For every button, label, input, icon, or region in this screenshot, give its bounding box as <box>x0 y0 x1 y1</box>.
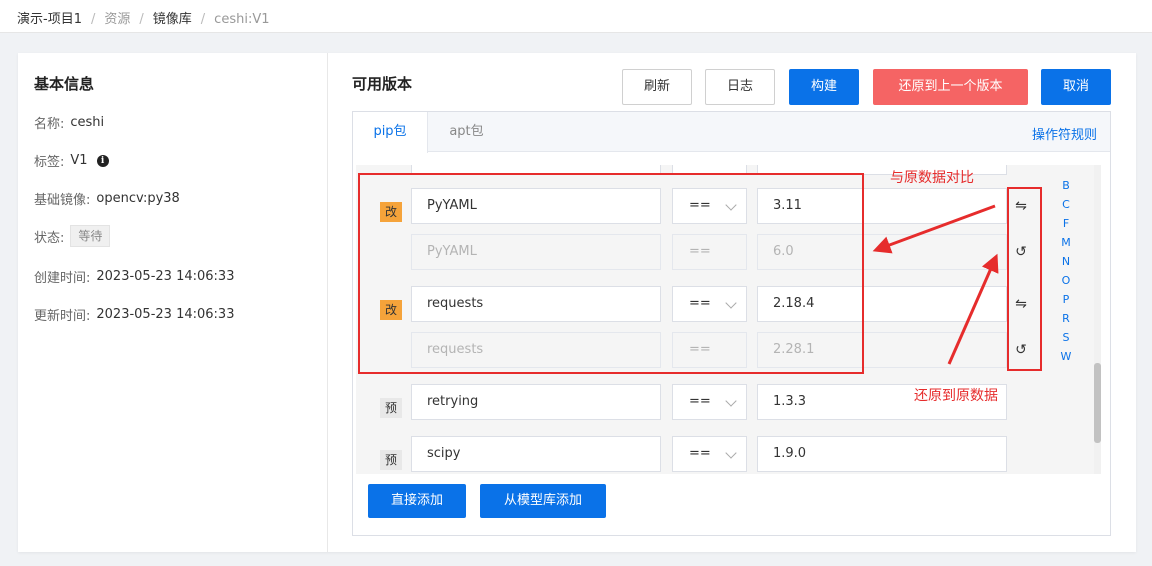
undo-icon[interactable]: ↺ <box>1012 243 1030 261</box>
restore-annotation-label: 还原到原数据 <box>914 388 998 404</box>
created-label: 创建时间: <box>34 271 91 286</box>
updated-label: 更新时间: <box>34 309 91 324</box>
original-package-version: 6.0 <box>757 234 1007 270</box>
scrollbar-thumb[interactable] <box>1094 363 1101 443</box>
letter-index-item[interactable]: P <box>1058 290 1074 309</box>
status-label: 状态: <box>34 230 65 246</box>
info-updated-row: 更新时间: 2023-05-23 14:06:33 <box>34 305 234 324</box>
name-label: 名称: <box>34 117 65 132</box>
operator-select[interactable]: == <box>672 188 747 224</box>
letter-index-item[interactable]: C <box>1058 195 1074 214</box>
build-button[interactable]: 构建 <box>789 69 859 105</box>
created-value: 2023-05-23 14:06:33 <box>96 269 235 284</box>
letter-index-item[interactable]: N <box>1058 252 1074 271</box>
info-base-image-row: 基础镜像: opencv:py38 <box>34 189 180 208</box>
operator-value: == <box>689 198 711 213</box>
swap-arrows-icon[interactable]: ⇋ <box>1012 197 1030 215</box>
cancel-button[interactable]: 取消 <box>1041 69 1111 105</box>
tab-pip[interactable]: pip包 <box>353 112 428 153</box>
breadcrumb-current: ceshi:V1 <box>214 12 270 27</box>
chevron-down-icon <box>725 199 737 211</box>
package-name-input[interactable]: scipy <box>411 436 661 472</box>
letter-index-item[interactable]: M <box>1058 233 1074 252</box>
swap-arrows-icon[interactable]: ⇋ <box>1012 295 1030 313</box>
name-value: ceshi <box>70 115 105 130</box>
modified-badge: 改 <box>380 300 402 320</box>
original-package-version: 2.28.1 <box>757 332 1007 368</box>
preset-badge: 预 <box>380 398 402 418</box>
chevron-down-icon <box>725 447 737 459</box>
original-package-name: requests <box>411 332 661 368</box>
breadcrumb: 演示-项目1 / 资源 / 镜像库 / ceshi:V1 <box>17 8 270 27</box>
tag-value: V1 <box>70 153 88 168</box>
package-name-input[interactable]: retrying <box>411 384 661 420</box>
base-image-label: 基础镜像: <box>34 193 91 208</box>
operator-select[interactable]: == <box>672 384 747 420</box>
package-tabs: pip包 apt包 操作符规则 <box>353 112 1110 153</box>
updated-value: 2023-05-23 14:06:33 <box>96 307 235 322</box>
operator-select[interactable]: == <box>672 286 747 322</box>
add-direct-button[interactable]: 直接添加 <box>368 484 466 518</box>
compare-annotation-label: 与原数据对比 <box>890 170 974 186</box>
breadcrumb-resources[interactable]: 资源 <box>104 12 130 27</box>
package-version-input[interactable]: 1.9.0 <box>757 436 1007 472</box>
chevron-down-icon <box>725 297 737 309</box>
status-badge: 等待 <box>70 225 111 247</box>
package-name-input[interactable]: PyYAML <box>411 188 661 224</box>
revert-previous-version-button[interactable]: 还原到上一个版本 <box>873 69 1028 105</box>
letter-index-item[interactable]: W <box>1058 347 1074 366</box>
package-list[interactable]: 改 PyYAML == 3.11 PyYAML == 6.0 ⇋ ↺ 改 req… <box>356 165 1094 474</box>
package-version-input[interactable]: 3.11 <box>757 188 1007 224</box>
info-status-row: 状态: 等待 <box>34 225 111 247</box>
breadcrumb-separator: / <box>90 12 96 27</box>
operator-value: == <box>689 394 711 409</box>
original-operator: == <box>672 332 747 368</box>
basic-info-panel: 基本信息 名称: ceshi 标签: V1 i 基础镜像: opencv:py38 状态… <box>18 53 328 552</box>
versions-title: 可用版本 <box>352 75 413 93</box>
package-name-input[interactable] <box>411 165 661 175</box>
add-from-library-button[interactable]: 从模型库添加 <box>480 484 606 518</box>
letter-index: B C F M N O P R S W <box>1058 176 1074 366</box>
package-name-input[interactable]: requests <box>411 286 661 322</box>
list-scrollbar[interactable] <box>1094 165 1101 474</box>
tab-apt[interactable]: apt包 <box>429 112 504 153</box>
letter-index-item[interactable]: S <box>1058 328 1074 347</box>
letter-index-item[interactable]: O <box>1058 271 1074 290</box>
package-version-input[interactable]: 2.18.4 <box>757 286 1007 322</box>
info-created-row: 创建时间: 2023-05-23 14:06:33 <box>34 267 234 286</box>
breadcrumb-project[interactable]: 演示-项目1 <box>17 12 82 27</box>
operator-rules-link[interactable]: 操作符规则 <box>1032 124 1097 143</box>
info-icon[interactable]: i <box>96 154 109 167</box>
letter-index-item[interactable]: F <box>1058 214 1074 233</box>
main-card: 基本信息 名称: ceshi 标签: V1 i 基础镜像: opencv:py38 状态… <box>18 53 1136 552</box>
info-name-row: 名称: ceshi <box>34 113 104 132</box>
operator-value: == <box>689 296 711 311</box>
info-tag-row: 标签: V1 i <box>34 151 109 170</box>
tag-label: 标签: <box>34 155 65 170</box>
preset-badge: 预 <box>380 450 402 470</box>
undo-icon[interactable]: ↺ <box>1012 341 1030 359</box>
basic-info-title: 基本信息 <box>34 75 95 93</box>
package-box: pip包 apt包 操作符规则 改 PyYAML == 3.11 PyYAML … <box>352 111 1111 536</box>
top-bar: 演示-项目1 / 资源 / 镜像库 / ceshi:V1 <box>0 0 1152 33</box>
refresh-button[interactable]: 刷新 <box>622 69 692 105</box>
chevron-down-icon <box>725 395 737 407</box>
operator-select[interactable]: == <box>672 436 747 472</box>
letter-index-item[interactable]: B <box>1058 176 1074 195</box>
letter-index-item[interactable]: R <box>1058 309 1074 328</box>
breadcrumb-separator: / <box>200 12 206 27</box>
operator-select[interactable] <box>672 165 747 175</box>
modified-badge: 改 <box>380 202 402 222</box>
log-button[interactable]: 日志 <box>705 69 775 105</box>
original-package-name: PyYAML <box>411 234 661 270</box>
breadcrumb-separator: / <box>139 12 144 27</box>
original-operator: == <box>672 234 747 270</box>
base-image-value: opencv:py38 <box>96 191 180 206</box>
operator-value: == <box>689 446 711 461</box>
breadcrumb-image-library[interactable]: 镜像库 <box>153 12 192 27</box>
